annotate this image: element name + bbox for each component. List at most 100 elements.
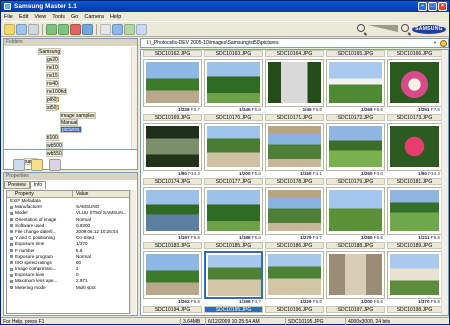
thumbnail-frame[interactable] — [143, 123, 202, 171]
thumbnail-cell[interactable]: 1/268 F5.6 SDC10172.JPG — [326, 59, 385, 123]
menu-camera[interactable]: Camera — [81, 14, 107, 20]
minimize-button[interactable]: – — [418, 2, 427, 11]
value-column-header[interactable]: Value — [73, 191, 88, 197]
thumbnail-frame[interactable] — [265, 59, 324, 107]
thumbnail-cell[interactable]: 1/150 F4.1 SDC10178.JPG — [265, 123, 324, 187]
thumb-name-label[interactable]: SDC10163.JPG — [204, 50, 263, 57]
folders-view-icon[interactable] — [13, 159, 25, 171]
view-details-icon[interactable] — [100, 23, 111, 35]
dropdown-icon[interactable]: ▼ — [432, 40, 438, 46]
tab-preview[interactable]: Preview — [4, 181, 30, 189]
thumb-name-label[interactable]: SDC10185.JPG — [204, 242, 263, 249]
view-thumbnails-icon[interactable] — [112, 23, 123, 35]
tree-node-wb550[interactable]: +wb550 — [46, 150, 63, 157]
thumbnail-cell[interactable]: 1/245 F5.6 SDC10170.JPG — [204, 59, 263, 123]
tree-node-nv100hd[interactable]: +nv100hd — [46, 88, 68, 95]
tab-info[interactable]: Info — [29, 181, 47, 189]
rotate-right-icon[interactable] — [58, 23, 69, 35]
thumb-name-label[interactable]: SDC10194.JPG — [143, 306, 202, 313]
thumb-name-label[interactable]: SDC10178.JPG — [265, 178, 324, 185]
close-button[interactable]: × — [438, 2, 447, 11]
tree-node-st50[interactable]: -st50 — [46, 104, 61, 111]
go-button[interactable] — [440, 40, 447, 47]
thumb-name-label[interactable]: SDC10174.JPG — [143, 178, 202, 185]
open-folder-icon[interactable] — [4, 23, 15, 35]
thumbnail-cell[interactable]: 1/188 F5.6 SDC10185.JPG — [204, 187, 263, 251]
thumbnail-scrollbar[interactable] — [441, 50, 448, 315]
folders-scrollbar[interactable] — [131, 47, 137, 149]
thumbnail-frame[interactable] — [326, 123, 385, 171]
menu-view[interactable]: View — [31, 14, 49, 20]
menu-go[interactable]: Go — [68, 14, 81, 20]
thumb-name-label[interactable]: SDC10183.JPG — [143, 242, 202, 249]
thumbnail-cell[interactable]: 1/370 F5.6 SDC10198.JPG — [387, 251, 442, 315]
thumbnail-cell[interactable]: 1/196 F3.7 SDC10195.JPG — [204, 251, 263, 315]
thumbnail-frame[interactable] — [143, 187, 202, 235]
address-bar[interactable]: I:\_Photocells-DEV 2005-10\images\Samsun… — [140, 38, 449, 48]
delete-icon[interactable] — [70, 23, 81, 35]
menu-help[interactable]: Help — [107, 14, 124, 20]
thumbnail-cell[interactable]: 1/279 F3.7 SDC10186.JPG — [265, 187, 324, 251]
tree-node-wb500[interactable]: +wb500 — [46, 142, 63, 149]
thumbnail-cell[interactable]: 1/280 F5.6 SDC10188.JPG — [326, 187, 385, 251]
thumbnail-frame[interactable] — [143, 59, 202, 107]
maximize-button[interactable]: □ — [428, 2, 437, 11]
tree-node-pl60[interactable]: +pl60 — [46, 96, 61, 103]
menu-file[interactable]: File — [1, 14, 16, 20]
thumbnail-cell[interactable]: 1/80 F14.2 SDC10174.JPG — [143, 123, 202, 187]
properties-scrollbar[interactable] — [130, 190, 136, 314]
thumbnail-frame[interactable] — [387, 123, 442, 171]
thumbnail-frame[interactable] — [143, 251, 202, 299]
tree-node-manual[interactable]: Manual — [60, 119, 79, 126]
thumb-name-label[interactable]: SDC10196.JPG — [265, 306, 324, 313]
thumbnail-cell[interactable]: 1/229 F5.6 SDC10196.JPG — [265, 251, 324, 315]
thumbnail-cell[interactable]: 1/250 F3.6 SDC10179.JPG — [326, 123, 385, 187]
thumbnail-frame[interactable] — [387, 187, 442, 235]
save-icon[interactable] — [16, 23, 27, 35]
thumb-name-label[interactable]: SDC10165.JPG — [326, 50, 385, 57]
thumb-name-label[interactable]: SDC10189.JPG — [387, 242, 442, 249]
slideshow-icon[interactable] — [136, 23, 147, 35]
thumb-name-label[interactable]: SDC10197.JPG — [326, 306, 385, 313]
thumbnail-frame[interactable] — [387, 59, 442, 107]
property-row[interactable]: Metering mode Multi spot — [7, 285, 129, 291]
tree-node-nv40[interactable]: +nv40 — [46, 80, 61, 87]
zoom-out-icon[interactable] — [357, 24, 365, 32]
thumb-name-label[interactable]: SDC10170.JPG — [204, 114, 263, 121]
thumbnail-cell[interactable]: 1/200 F5.6 SDC10197.JPG — [326, 251, 385, 315]
thumb-name-label[interactable]: SDC10171.JPG — [265, 114, 324, 121]
tree-node-pictures[interactable]: pictures — [60, 126, 82, 133]
tree-node-tl100[interactable]: +tl100 — [46, 134, 61, 141]
menu-tools[interactable]: Tools — [49, 14, 68, 20]
thumb-name-label[interactable]: SDC10166.JPG — [387, 50, 442, 57]
thumbnail-frame[interactable] — [265, 123, 324, 171]
thumb-name-label[interactable]: SDC10169.JPG — [143, 114, 202, 121]
thumbnail-cell[interactable]: 1/60 F14.2 SDC10181.JPG — [387, 123, 442, 187]
thumbnail-frame[interactable] — [265, 187, 324, 235]
zoom-slider[interactable] — [368, 24, 398, 32]
thumb-name-label[interactable]: SDC10186.JPG — [265, 242, 324, 249]
property-column-header[interactable]: Property — [7, 191, 73, 197]
thumbnail-cell[interactable]: 1/228 F3.7 SDC10169.JPG — [143, 59, 202, 123]
thumb-name-label[interactable]: SDC10164.JPG — [265, 50, 324, 57]
thumb-name-label[interactable]: SDC10181.JPG — [387, 178, 442, 185]
zoom-in-icon[interactable] — [401, 24, 409, 32]
thumb-name-label[interactable]: SDC10162.JPG — [143, 50, 202, 57]
thumb-name-label[interactable]: SDC10198.JPG — [387, 306, 442, 313]
thumb-name-label[interactable]: SDC10173.JPG — [387, 114, 442, 121]
tree-node-gx20[interactable]: +gx20 — [46, 56, 61, 63]
thumbnail-cell[interactable]: 1/211 F5.6 SDC10189.JPG — [387, 187, 442, 251]
thumb-name-label[interactable]: SDC10172.JPG — [326, 114, 385, 121]
print-icon[interactable] — [28, 23, 39, 35]
thumb-name-label[interactable]: SDC10177.JPG — [204, 178, 263, 185]
rotate-left-icon[interactable] — [46, 23, 57, 35]
tree-node-image-samples[interactable]: image samples — [60, 112, 96, 119]
favorites-icon[interactable] — [31, 159, 43, 171]
tree-node-nv10[interactable]: +nv10 — [46, 64, 61, 71]
thumbnail-frame[interactable] — [204, 187, 263, 235]
thumb-name-label[interactable]: SDC10195.JPG — [204, 306, 263, 313]
thumbnail-frame[interactable] — [204, 59, 263, 107]
thumbnail-cell[interactable]: 1/262 F5.6 SDC10194.JPG — [143, 251, 202, 315]
tree-node-nv15[interactable]: +nv15 — [46, 72, 61, 79]
thumbnail-frame[interactable] — [326, 59, 385, 107]
